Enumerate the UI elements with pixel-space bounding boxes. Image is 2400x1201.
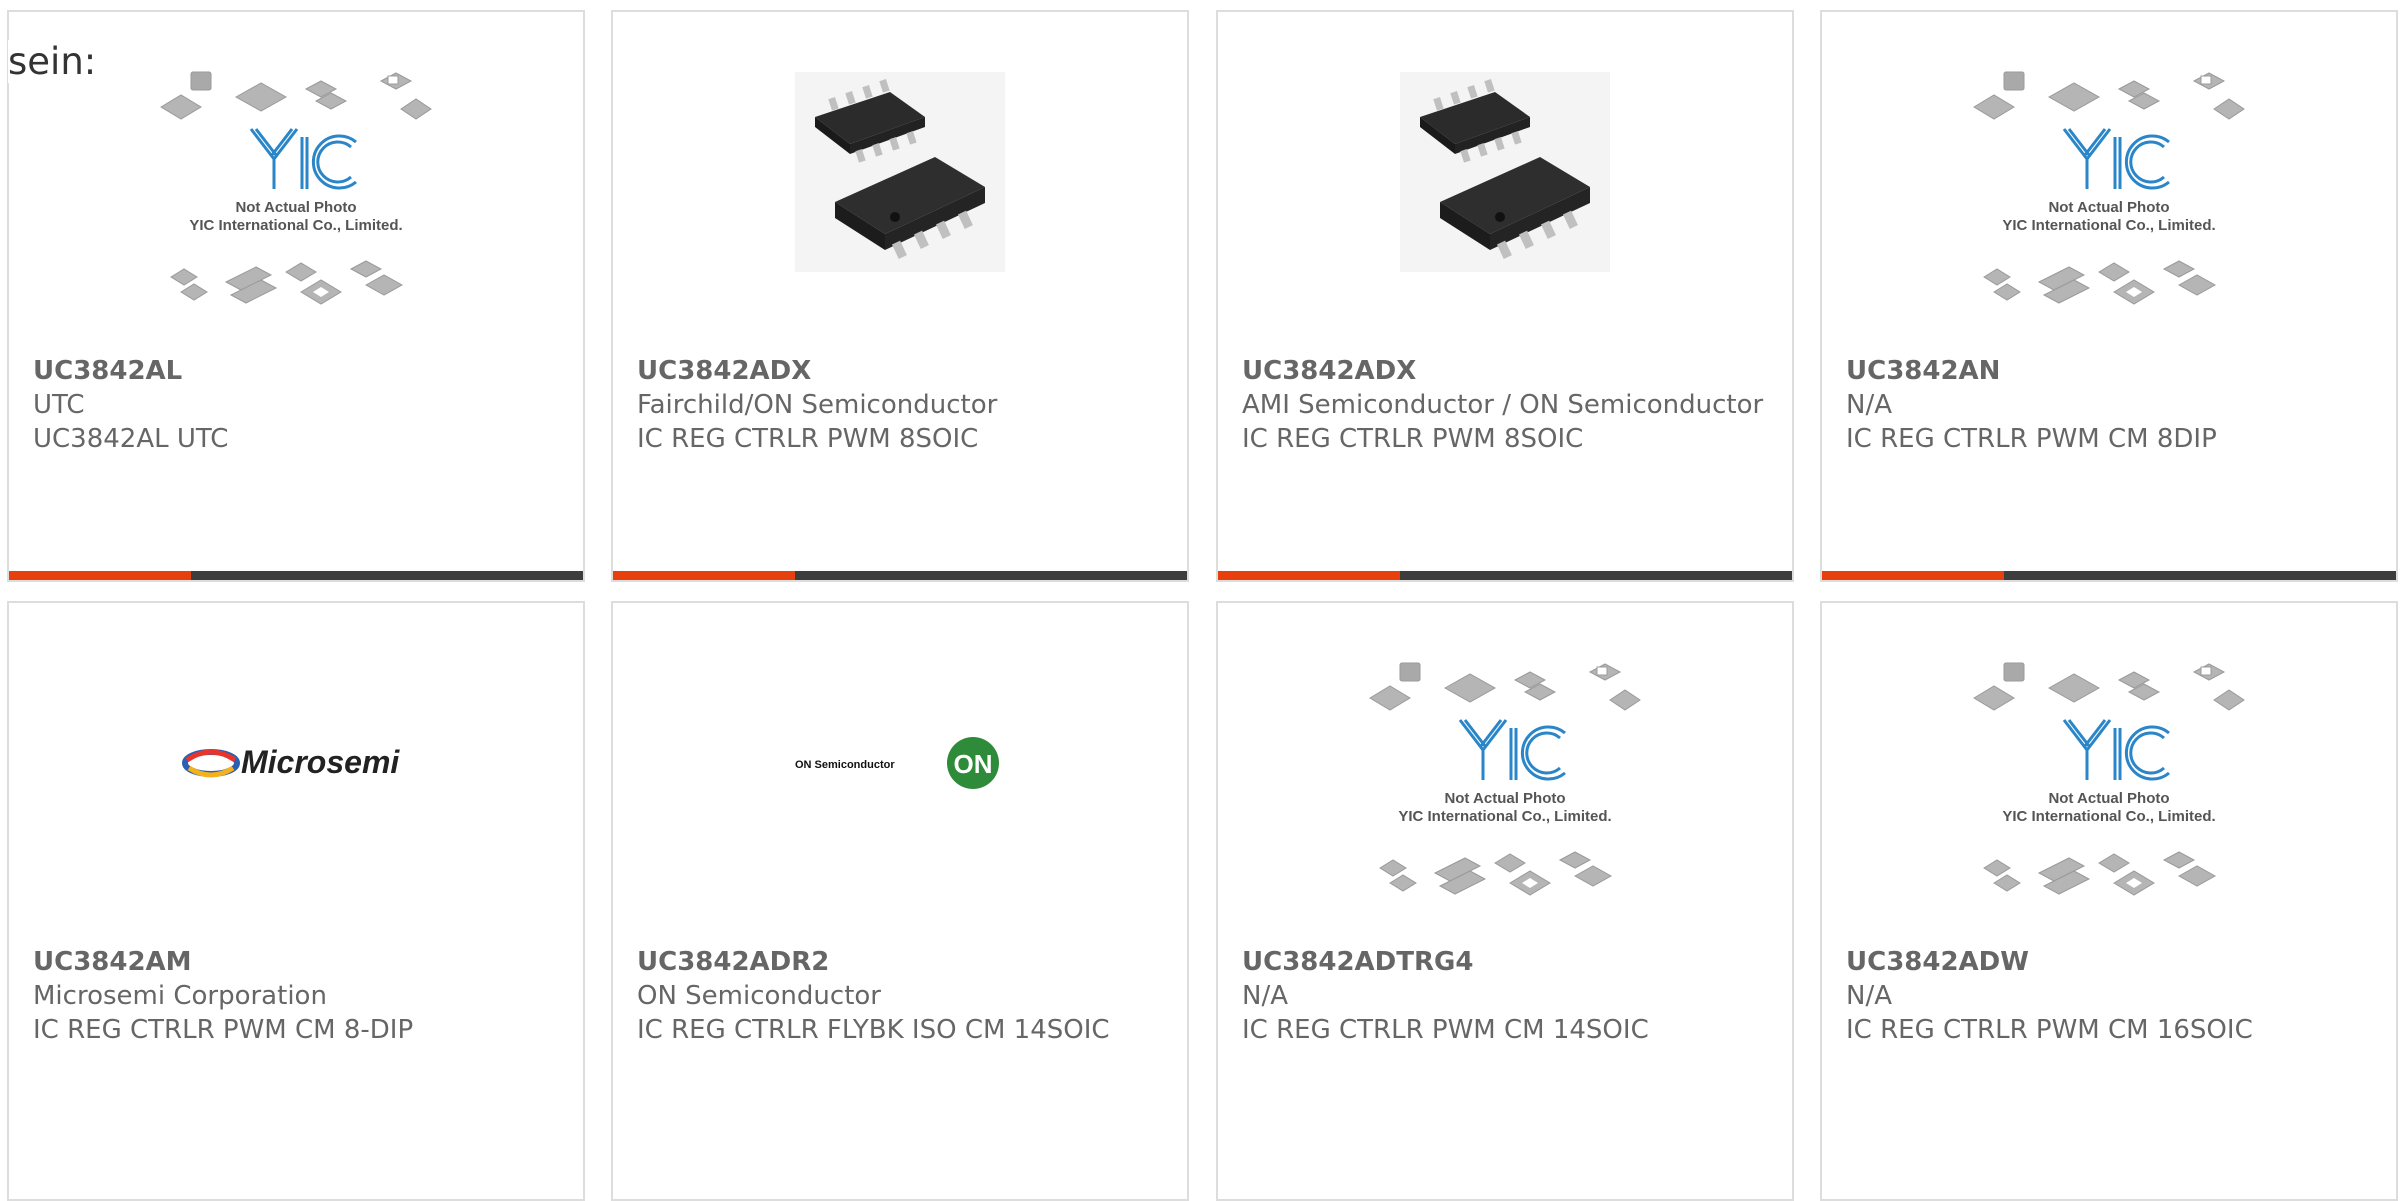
yic-line1: Not Actual Photo (2048, 199, 2169, 216)
card-accent-bar (613, 571, 1187, 580)
yic-line1: Not Actual Photo (2048, 790, 2169, 807)
card-accent-highlight (9, 571, 191, 580)
product-card[interactable]: Not Actual Photo YIC International Co., … (1216, 601, 1794, 1201)
manufacturer: N/A (1846, 981, 1892, 1011)
description: IC REG CTRLR PWM CM 8DIP (1846, 424, 2217, 454)
microsemi-logo: Microsemi (182, 744, 400, 780)
yic-line2: YIC International Co., Limited. (2002, 217, 2215, 234)
product-info: UC3842AL UTC UC3842AL UTC (33, 354, 559, 456)
part-number-link[interactable]: UC3842ADR2 (637, 945, 1163, 979)
yic-placeholder-image: Not Actual Photo YIC International Co., … (160, 71, 432, 305)
description: IC REG CTRLR PWM CM 8-DIP (33, 1015, 414, 1045)
description: UC3842AL UTC (33, 424, 229, 454)
product-card[interactable]: ON Semiconductor ON UC3842ADR2 ON Semicon… (611, 601, 1189, 1201)
soic-chip-image (795, 72, 1005, 272)
product-info: UC3842ADX AMI Semiconductor / ON Semicond… (1242, 354, 1768, 456)
description: IC REG CTRLR PWM 8SOIC (1242, 424, 1584, 454)
product-image[interactable]: Not Actual Photo YIC International Co., … (1822, 12, 2396, 352)
part-number-link[interactable]: UC3842ADX (1242, 354, 1768, 388)
product-info: UC3842ADX Fairchild/ON Semiconductor IC RE… (637, 354, 1163, 456)
product-image[interactable] (1218, 12, 1792, 332)
product-info: UC3842ADR2 ON Semiconductor IC REG CTRLR F… (637, 945, 1163, 1047)
product-card[interactable]: Not Actual Photo YIC International Co., … (7, 10, 585, 582)
card-accent-highlight (1218, 571, 1400, 580)
yic-line1: Not Actual Photo (1444, 790, 1565, 807)
yic-placeholder-image: Not Actual Photo YIC International Co., … (1973, 71, 2245, 305)
product-grid: Not Actual Photo YIC International Co., … (0, 0, 2400, 1201)
product-image[interactable] (613, 12, 1187, 332)
product-image[interactable]: ON Semiconductor ON (613, 603, 1187, 923)
product-info: UC3842AN N/A IC REG CTRLR PWM CM 8DIP (1846, 354, 2372, 456)
card-accent-bar (1822, 571, 2396, 580)
microsemi-logo-text: Microsemi (241, 744, 400, 780)
product-card[interactable]: Microsemi UC3842AM Microsemi Corporation I… (7, 601, 585, 1201)
onsemi-logo: ON Semiconductor ON (795, 737, 999, 789)
description: IC REG CTRLR PWM 8SOIC (637, 424, 979, 454)
manufacturer: UTC (33, 390, 85, 420)
manufacturer: N/A (1242, 981, 1288, 1011)
description: IC REG CTRLR FLYBK ISO CM 14SOIC (637, 1015, 1110, 1045)
part-number-link[interactable]: UC3842AL (33, 354, 559, 388)
card-accent-bar (9, 571, 583, 580)
product-info: UC3842ADW N/A IC REG CTRLR PWM CM 16SOIC (1846, 945, 2372, 1047)
part-number-link[interactable]: UC3842ADX (637, 354, 1163, 388)
soic-chip-image (1400, 72, 1610, 272)
yic-placeholder-image: Not Actual Photo YIC International Co., … (1369, 662, 1641, 896)
product-image[interactable]: Microsemi (9, 603, 583, 923)
product-image[interactable]: Not Actual Photo YIC International Co., … (1822, 603, 2396, 943)
yic-line2: YIC International Co., Limited. (189, 217, 402, 234)
product-card[interactable]: Not Actual Photo YIC International Co., … (1820, 601, 2398, 1201)
product-info: UC3842AM Microsemi Corporation IC REG CTRL… (33, 945, 559, 1047)
card-accent-bar (1218, 571, 1792, 580)
yic-line2: YIC International Co., Limited. (1398, 808, 1611, 825)
part-number-link[interactable]: UC3842AN (1846, 354, 2372, 388)
page-fragment-text: sein: (8, 40, 97, 83)
product-image[interactable]: Not Actual Photo YIC International Co., … (1218, 603, 1792, 943)
description: IC REG CTRLR PWM CM 16SOIC (1846, 1015, 2253, 1045)
manufacturer: AMI Semiconductor / ON Semiconductor (1242, 390, 1764, 420)
part-number-link[interactable]: UC3842ADTRG4 (1242, 945, 1768, 979)
product-card[interactable]: UC3842ADX AMI Semiconductor / ON Semicond… (1216, 10, 1794, 582)
onsemi-logo-badge: ON (954, 749, 993, 779)
yic-line1: Not Actual Photo (235, 199, 356, 216)
part-number-link[interactable]: UC3842ADW (1846, 945, 2372, 979)
card-accent-highlight (1822, 571, 2004, 580)
onsemi-logo-text: ON Semiconductor (795, 759, 895, 771)
product-info: UC3842ADTRG4 N/A IC REG CTRLR PWM CM 14SOI… (1242, 945, 1768, 1047)
manufacturer: Fairchild/ON Semiconductor (637, 390, 998, 420)
part-number-link[interactable]: UC3842AM (33, 945, 559, 979)
yic-placeholder-image: Not Actual Photo YIC International Co., … (1973, 662, 2245, 896)
yic-line2: YIC International Co., Limited. (2002, 808, 2215, 825)
product-card[interactable]: UC3842ADX Fairchild/ON Semiconductor IC RE… (611, 10, 1189, 582)
card-accent-highlight (613, 571, 795, 580)
manufacturer: ON Semiconductor (637, 981, 881, 1011)
product-card[interactable]: Not Actual Photo YIC International Co., … (1820, 10, 2398, 582)
manufacturer: Microsemi Corporation (33, 981, 327, 1011)
description: IC REG CTRLR PWM CM 14SOIC (1242, 1015, 1649, 1045)
manufacturer: N/A (1846, 390, 1892, 420)
